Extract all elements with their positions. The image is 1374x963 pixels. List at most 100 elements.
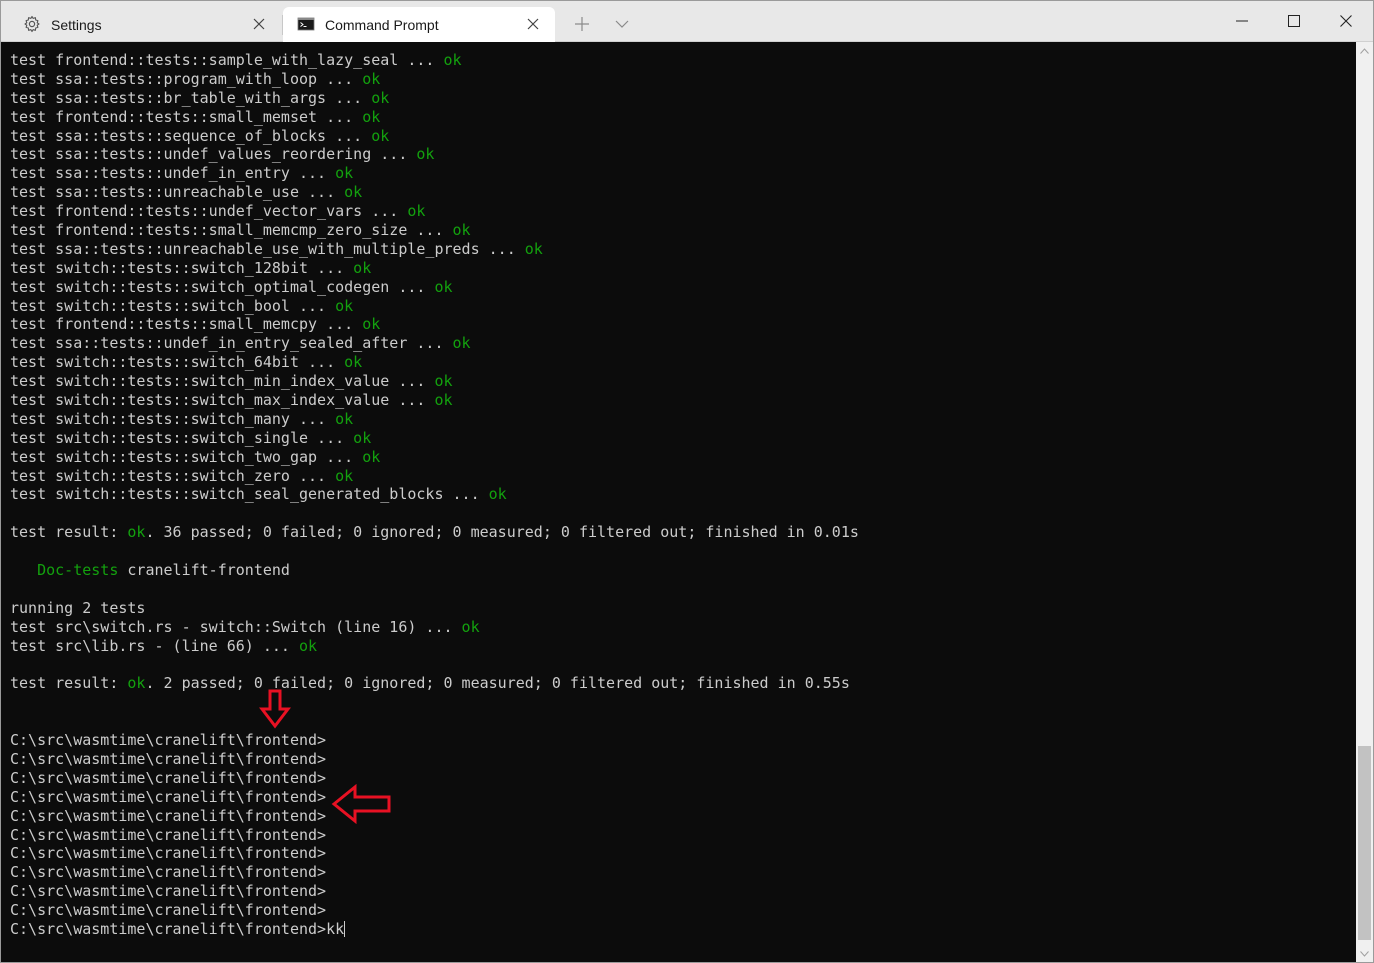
vertical-scrollbar[interactable] [1356,42,1373,962]
chevron-down-icon [615,20,629,28]
terminal-line: test ssa::tests::undef_values_reordering… [10,145,859,164]
maximize-button[interactable] [1271,5,1317,37]
terminal-line: Doc-tests cranelift-frontend [10,561,859,580]
line-text: test switch::tests::switch_two_gap ... [10,447,363,466]
terminal-line: test switch::tests::switch_single ... ok [10,429,859,448]
terminal-line: running 2 tests [10,599,859,618]
line-text: test switch::tests::switch_optimal_codeg… [10,277,435,296]
line-text: test ssa::tests::undef_in_entry ... [10,164,336,183]
status-ok: ok [335,164,354,183]
line-text: test frontend::tests::sample_with_lazy_s… [10,51,444,69]
terminal-line: test frontend::tests::small_memcpy ... o… [10,315,859,334]
line-text: test switch::tests::switch_many ... [10,409,336,428]
line-text: C:\src\wasmtime\cranelift\frontend> [10,844,327,863]
scroll-up-icon[interactable] [1356,42,1373,59]
line-text: test frontend::tests::undef_vector_vars … [10,202,408,221]
tab-bar: Settings Command Prompt [1,1,1373,42]
status-ok: ok [353,428,372,447]
terminal-line: test ssa::tests::program_with_loop ... o… [10,70,859,89]
line-suffix: . 36 passed; 0 failed; 0 ignored; 0 meas… [145,523,859,542]
terminal-line: C:\src\wasmtime\cranelift\frontend> [10,807,859,826]
status-ok: ok [461,617,480,636]
status-ok: ok [353,258,372,277]
status-ok: ok [362,107,381,126]
minimize-icon [1236,20,1248,22]
status-ok: ok [371,126,390,145]
terminal-window: Settings Command Prompt test frontend::t… [0,0,1374,963]
line-text: test ssa::tests::unreachable_use_with_mu… [10,239,525,258]
status-ok: ok [407,202,426,221]
tab-command-prompt-label: Command Prompt [325,17,439,33]
status-ok: ok [371,88,390,107]
terminal-line: test switch::tests::switch_128bit ... ok [10,259,859,278]
line-text: C:\src\wasmtime\cranelift\frontend> [10,882,327,901]
terminal-line: test src\switch.rs - switch::Switch (lin… [10,618,859,637]
terminal-line: test switch::tests::switch_two_gap ... o… [10,448,859,467]
status-ok: ok [127,523,146,542]
line-text: test ssa::tests::undef_in_entry_sealed_a… [10,334,453,353]
doc-tests-label: Doc-tests [37,561,119,580]
line-text: C:\src\wasmtime\cranelift\frontend> [10,768,327,787]
terminal-line: C:\src\wasmtime\cranelift\frontend>kk [10,920,859,939]
minimize-button[interactable] [1219,5,1265,37]
line-text: test ssa::tests::br_table_with_args ... [10,88,372,107]
terminal-line: C:\src\wasmtime\cranelift\frontend> [10,844,859,863]
line-text: C:\src\wasmtime\cranelift\frontend> [10,901,327,920]
annotation-arrow-down-icon [259,689,291,729]
annotation-arrow-left-icon [331,784,391,824]
terminal-line: test result: ok. 2 passed; 0 failed; 0 i… [10,674,859,693]
line-suffix: cranelift-frontend [118,561,290,580]
cmd-icon [297,15,315,33]
line-text: C:\src\wasmtime\cranelift\frontend>kk [10,919,345,938]
scroll-thumb[interactable] [1358,746,1371,940]
close-tab-icon[interactable] [523,14,543,34]
terminal-line: test switch::tests::switch_optimal_codeg… [10,278,859,297]
line-text: test switch::tests::switch_min_index_val… [10,372,435,391]
status-ok: ok [344,183,363,202]
terminal-line: test ssa::tests::unreachable_use ... ok [10,183,859,202]
tab-settings-label: Settings [51,17,102,33]
line-text: test src\lib.rs - (line 66) ... [10,636,299,655]
line-text: test src\switch.rs - switch::Switch (lin… [10,617,462,636]
text-cursor [344,920,346,937]
line-text: C:\src\wasmtime\cranelift\frontend> [10,787,327,806]
line-text: test switch::tests::switch_zero ... [10,466,336,485]
tab-dropdown-button[interactable] [611,13,633,35]
terminal-line: C:\src\wasmtime\cranelift\frontend> [10,788,859,807]
terminal-line: test frontend::tests::undef_vector_vars … [10,202,859,221]
terminal-line: test switch::tests::switch_64bit ... ok [10,353,859,372]
terminal-line: test switch::tests::switch_bool ... ok [10,297,859,316]
status-ok: ok [335,296,354,315]
scroll-down-icon[interactable] [1356,945,1373,962]
status-ok: ok [127,674,146,693]
tab-settings[interactable]: Settings [9,7,281,42]
status-ok: ok [362,69,381,88]
line-text: test switch::tests::switch_single ... [10,428,354,447]
terminal-output[interactable]: test frontend::tests::sample_with_lazy_s… [1,42,1355,962]
terminal-line: test frontend::tests::sample_with_lazy_s… [10,51,859,70]
terminal-line: test frontend::tests::small_memset ... o… [10,108,859,127]
terminal-lines: test frontend::tests::sample_with_lazy_s… [10,51,859,939]
terminal-line: test switch::tests::switch_seal_generate… [10,485,859,504]
line-text: test switch::tests::switch_seal_generate… [10,485,489,504]
status-ok: ok [452,334,471,353]
status-ok: ok [344,353,363,372]
line-text: running 2 tests [10,598,146,617]
line-text: test result: [10,674,128,693]
status-ok: ok [434,277,453,296]
close-window-button[interactable] [1323,5,1369,37]
status-ok: ok [434,391,453,410]
line-text: test ssa::tests::unreachable_use ... [10,183,345,202]
terminal-line: test switch::tests::switch_min_index_val… [10,372,859,391]
terminal-line: C:\src\wasmtime\cranelift\frontend> [10,882,859,901]
terminal-line: test switch::tests::switch_max_index_val… [10,391,859,410]
terminal-line: test switch::tests::switch_many ... ok [10,410,859,429]
tab-command-prompt[interactable]: Command Prompt [283,7,555,42]
status-ok: ok [443,51,462,69]
line-suffix: . 2 passed; 0 failed; 0 ignored; 0 measu… [145,674,850,693]
new-tab-button[interactable] [571,13,593,35]
close-tab-icon[interactable] [249,14,269,34]
